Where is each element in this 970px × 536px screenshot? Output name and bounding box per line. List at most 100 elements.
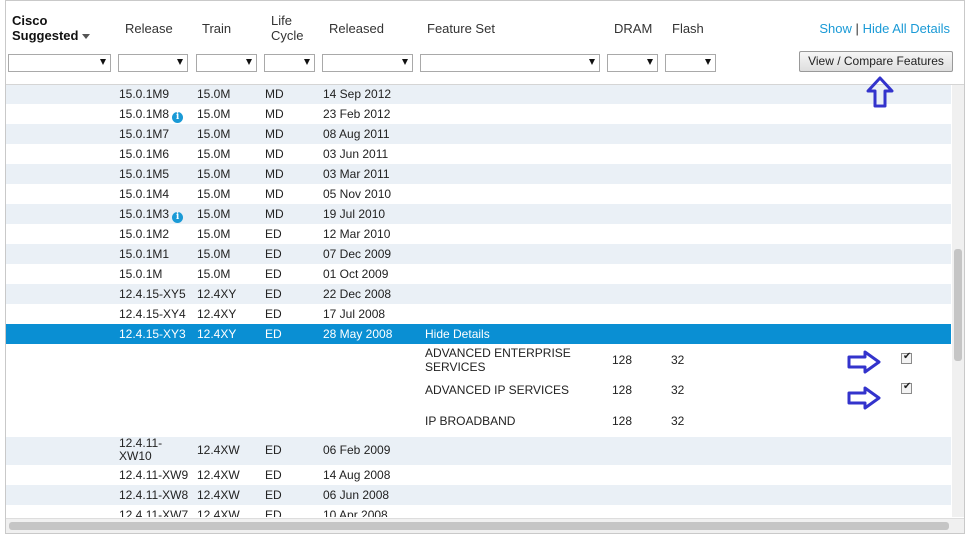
table-row[interactable]: 15.0.1M3 i 15.0M MD 19 Jul 2010	[6, 204, 951, 224]
feature-set-name: ADVANCED ENTERPRISE SERVICES	[425, 346, 571, 374]
horizontal-scrollbar[interactable]	[6, 518, 964, 533]
train-cell: 12.4XW	[197, 488, 240, 502]
released-date-cell: 14 Aug 2008	[323, 468, 391, 482]
filter-dram-select[interactable]	[607, 54, 658, 72]
release-cell: 15.0.1M8 i	[119, 107, 184, 123]
release-cell: 12.4.11-XW9	[119, 468, 189, 482]
life-cycle-cell-text: MD	[265, 207, 284, 221]
release-cell: 15.0.1M4	[119, 187, 169, 201]
life-cycle-cell: ED	[265, 267, 282, 281]
filter-train-select[interactable]	[196, 54, 257, 72]
column-header-dram[interactable]: DRAM	[614, 21, 652, 36]
info-icon[interactable]: i	[172, 212, 184, 223]
hide-details-link[interactable]: Hide Details	[425, 327, 490, 341]
horizontal-scrollbar-thumb[interactable]	[9, 522, 949, 530]
column-header-flash[interactable]: Flash	[672, 21, 704, 36]
dram-value: 128	[612, 353, 633, 367]
table-row[interactable]: 12.4.11-XW9 12.4XW ED 14 Aug 2008	[6, 465, 951, 485]
column-header-train[interactable]: Train	[202, 21, 231, 36]
table-row[interactable]: 12.4.15-XY5 12.4XY ED 22 Dec 2008	[6, 284, 951, 304]
released-date-cell: 12 Mar 2010	[323, 227, 390, 241]
life-cycle-cell-text: ED	[265, 287, 282, 301]
release-cell: 15.0.1M5	[119, 167, 169, 181]
released-date-cell: 10 Apr 2008	[323, 508, 388, 517]
filter-release-select[interactable]	[118, 54, 188, 72]
release-table: Cisco Suggested Release Train Life Cycle…	[5, 0, 965, 534]
filter-life-cycle-select[interactable]	[264, 54, 315, 72]
right-arrow-icon	[847, 350, 881, 374]
table-row[interactable]: 15.0.1M4 15.0M MD 05 Nov 2010	[6, 184, 951, 204]
sort-down-icon[interactable]	[82, 34, 91, 40]
release-cell: 15.0.1M3 i	[119, 207, 184, 223]
feature-set-checkbox[interactable]	[901, 381, 912, 394]
chevron-down-icon	[304, 59, 310, 65]
release-cell: 15.0.1M	[119, 267, 162, 281]
life-cycle-cell: ED	[265, 307, 282, 321]
feature-set-checkbox[interactable]	[901, 351, 912, 364]
table-row[interactable]: 15.0.1M6 15.0M MD 03 Jun 2011	[6, 144, 951, 164]
hide-all-details-link[interactable]: Hide All Details	[863, 21, 950, 36]
filter-cisco-suggested-select[interactable]	[8, 54, 111, 72]
released-date-cell-text: 19 Jul 2010	[323, 207, 386, 221]
table-row[interactable]: 15.0.1M9 15.0M MD 14 Sep 2012	[6, 85, 951, 104]
train-cell-text: 15.0M	[197, 247, 231, 261]
flash-value: 32	[671, 414, 685, 428]
train-cell: 12.4XW	[197, 468, 240, 482]
released-date-cell-text: 07 Dec 2009	[323, 247, 392, 261]
release-cell-text: 15.0.1M9	[119, 87, 170, 101]
train-cell-text: 15.0M	[197, 207, 231, 221]
life-cycle-cell: MD	[265, 87, 284, 101]
dram-value: 128	[612, 383, 633, 397]
release-cell-text: 12.4.15-XY5	[119, 287, 186, 301]
release-cell-text: 15.0.1M6	[119, 147, 170, 161]
vertical-scrollbar[interactable]	[952, 85, 964, 517]
table-body: 15.0.1M9 15.0M MD 14 Sep 2012 15.0.1M8 i 15.0M…	[6, 85, 951, 517]
released-date-cell: 07 Dec 2009	[323, 247, 391, 261]
filter-released-select[interactable]	[322, 54, 413, 72]
view-compare-features-button[interactable]: View / Compare Features	[799, 51, 953, 72]
column-header-cisco-suggested[interactable]: Cisco Suggested	[12, 13, 92, 43]
release-cell-text: 15.0.1M4	[119, 187, 170, 201]
released-date-cell: 17 Jul 2008	[323, 307, 385, 321]
filter-feature-set-select[interactable]	[420, 54, 600, 72]
dram-value: 128	[612, 414, 633, 428]
life-cycle-cell: MD	[265, 127, 284, 141]
life-cycle-cell: ED	[265, 227, 282, 241]
released-date-cell: 08 Aug 2011	[323, 127, 390, 141]
release-cell-text: 15.0.1M	[119, 267, 163, 281]
life-cycle-cell-text: ED	[265, 307, 282, 321]
train-cell-text: 15.0M	[197, 187, 231, 201]
column-header-release[interactable]: Release	[125, 21, 173, 36]
life-cycle-cell: ED	[265, 488, 282, 502]
info-icon[interactable]: i	[172, 112, 184, 123]
show-link[interactable]: Show	[819, 21, 852, 36]
column-header-feature-set[interactable]: Feature Set	[427, 21, 495, 36]
table-row[interactable]: 15.0.1M1 15.0M ED 07 Dec 2009	[6, 244, 951, 264]
table-row[interactable]: 15.0.1M7 15.0M MD 08 Aug 2011	[6, 124, 951, 144]
column-header-released[interactable]: Released	[329, 21, 384, 36]
release-cell-text: 15.0.1M5	[119, 167, 170, 181]
released-date-cell-text: 17 Jul 2008	[323, 307, 386, 321]
table-row[interactable]: 12.4.11-XW10 12.4XW ED 06 Feb 2009	[6, 437, 951, 465]
release-cell: 15.0.1M6	[119, 147, 169, 161]
chevron-down-icon	[647, 59, 653, 65]
vertical-scrollbar-thumb[interactable]	[954, 249, 962, 361]
table-row[interactable]: 15.0.1M2 15.0M ED 12 Mar 2010	[6, 224, 951, 244]
table-row[interactable]: 15.0.1M5 15.0M MD 03 Mar 2011	[6, 164, 951, 184]
train-cell-text: 15.0M	[197, 167, 231, 181]
table-row[interactable]: 12.4.11-XW8 12.4XW ED 06 Jun 2008	[6, 485, 951, 505]
released-date-cell: 06 Feb 2009	[323, 443, 391, 457]
table-row[interactable]: 12.4.11-XW7 12.4XW ED 10 Apr 2008	[6, 505, 951, 517]
release-cell: 12.4.15-XY5	[119, 287, 186, 301]
released-date-cell-text: 12 Mar 2010	[323, 227, 391, 241]
table-row[interactable]: 15.0.1M 15.0M ED 01 Oct 2009	[6, 264, 951, 284]
table-row-selected[interactable]: 12.4.15-XY3 12.4XY ED 28 May 2008 Hide D…	[6, 324, 951, 344]
life-cycle-cell: ED	[265, 287, 282, 301]
filter-flash-select[interactable]	[665, 54, 716, 72]
link-separator: |	[855, 21, 859, 36]
train-cell: 12.4XY	[197, 307, 236, 321]
train-cell: 15.0M	[197, 127, 230, 141]
column-header-life-cycle[interactable]: Life Cycle	[271, 13, 311, 43]
table-row[interactable]: 12.4.15-XY4 12.4XY ED 17 Jul 2008	[6, 304, 951, 324]
table-row[interactable]: 15.0.1M8 i 15.0M MD 23 Feb 2012	[6, 104, 951, 124]
